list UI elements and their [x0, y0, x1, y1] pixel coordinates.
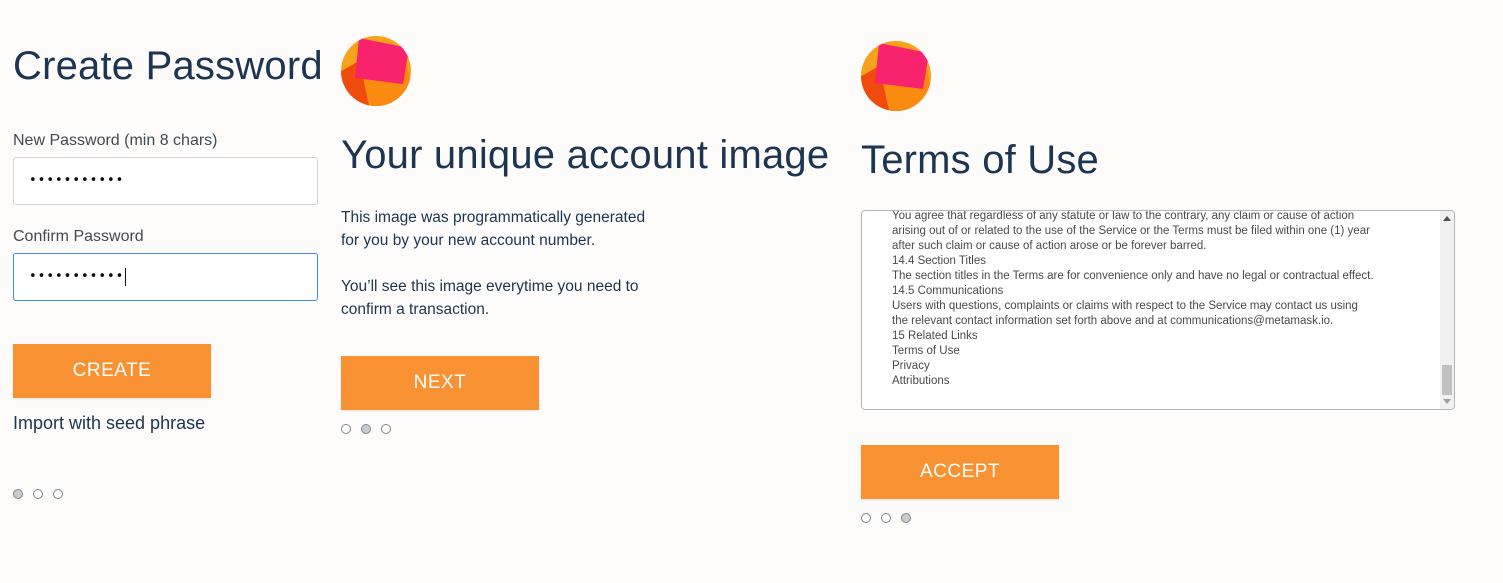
terms-line: arising out of or related to the use of …	[892, 225, 1370, 237]
new-password-value: •••••••••••	[29, 173, 125, 188]
scrollbar-thumb[interactable]	[1442, 365, 1452, 395]
terms-line: 14.4 Section Titles	[892, 255, 986, 267]
terms-line: You agree that regardless of any statute…	[892, 210, 1355, 222]
step-dot-2	[881, 513, 891, 523]
step-dot-2	[361, 424, 371, 434]
description-line: You’ll see this image everytime you need…	[341, 278, 639, 295]
scroll-down-arrow-icon[interactable]	[1443, 399, 1451, 404]
new-password-label: New Password (min 8 chars)	[13, 132, 218, 149]
confirm-password-value: •••••••••••	[29, 269, 125, 284]
terms-text-box[interactable]: You agree that regardless of any statute…	[861, 210, 1455, 410]
step-indicator	[861, 513, 911, 523]
step-dot-1	[13, 489, 23, 499]
terms-line: Users with questions, complaints or clai…	[892, 300, 1358, 312]
jazzicon-avatar-icon	[341, 36, 411, 106]
terms-line: Attributions	[892, 375, 950, 387]
step-dot-3	[901, 513, 911, 523]
terms-line: Terms of Use	[892, 345, 960, 357]
step-indicator	[13, 489, 63, 499]
scroll-up-arrow-icon[interactable]	[1443, 216, 1451, 221]
description-line: confirm a transaction.	[341, 301, 490, 318]
confirm-password-field[interactable]: •••••••••••	[13, 253, 318, 301]
confirm-password-label: Confirm Password	[13, 228, 144, 245]
step-dot-3	[53, 489, 63, 499]
terms-line: 15 Related Links	[892, 330, 978, 342]
account-image-title: Your unique account image	[341, 133, 830, 177]
account-image-description: This image was programmatically generate…	[341, 206, 645, 321]
step-dot-3	[381, 424, 391, 434]
step-dot-2	[33, 489, 43, 499]
step-indicator	[341, 424, 391, 434]
terms-scrollbar[interactable]	[1440, 211, 1454, 409]
next-button[interactable]: NEXT	[341, 356, 539, 410]
terms-content: You agree that regardless of any statute…	[892, 210, 1412, 389]
import-seed-phrase-link[interactable]: Import with seed phrase	[13, 413, 205, 434]
create-button[interactable]: CREATE	[13, 344, 211, 398]
accept-button[interactable]: ACCEPT	[861, 445, 1059, 499]
terms-line: after such claim or cause of action aros…	[892, 240, 1207, 252]
terms-line: 14.5 Communications	[892, 285, 1004, 297]
terms-line: the relevant contact information set for…	[892, 315, 1334, 327]
terms-title: Terms of Use	[861, 138, 1100, 182]
jazzicon-avatar-icon	[861, 41, 931, 111]
step-dot-1	[341, 424, 351, 434]
description-line: for you by your new account number.	[341, 232, 596, 249]
description-line: This image was programmatically generate…	[341, 209, 646, 226]
step-dot-1	[861, 513, 871, 523]
text-caret	[125, 267, 127, 286]
terms-line: The section titles in the Terms are for …	[892, 270, 1374, 282]
create-password-title: Create Password	[13, 44, 323, 88]
new-password-field[interactable]: •••••••••••	[13, 157, 318, 205]
terms-line: Privacy	[892, 360, 930, 372]
